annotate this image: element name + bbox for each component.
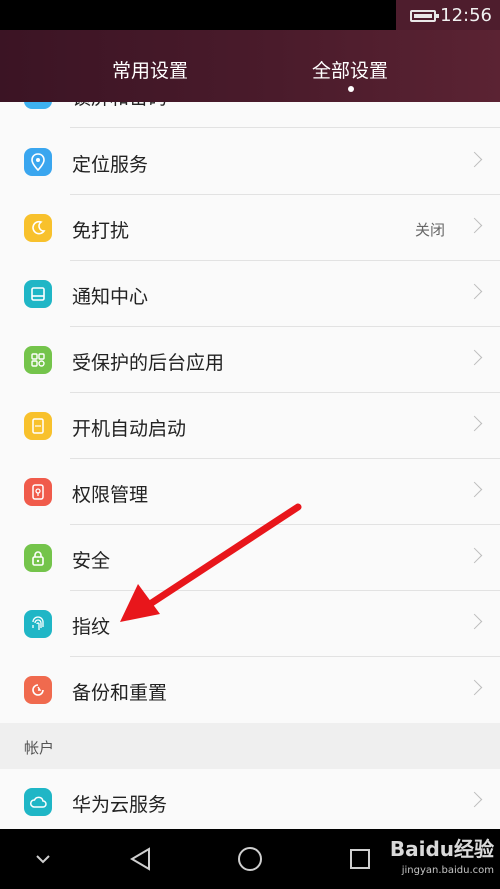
home-button[interactable]: [230, 829, 270, 889]
fingerprint-icon: [24, 610, 52, 638]
battery-icon: [410, 10, 439, 22]
list-item-label: 锁屏和密码: [72, 102, 167, 110]
tab-common-settings[interactable]: 常用设置: [90, 56, 210, 83]
list-item-fingerprint[interactable]: 指纹: [0, 591, 500, 657]
status-bar: 12:56: [0, 0, 500, 30]
chevron-right-icon: [466, 481, 483, 498]
location-pin-icon: [24, 148, 52, 176]
list-item-label: 指纹: [72, 616, 111, 638]
chevron-right-icon: [466, 151, 483, 168]
list-item-backup-reset[interactable]: 备份和重置: [0, 657, 500, 723]
permission-manager-icon: [24, 478, 52, 506]
list-item-notification-center[interactable]: 通知中心: [0, 261, 500, 327]
chevron-right-icon: [466, 791, 483, 808]
cloud-icon: [24, 788, 52, 816]
settings-list[interactable]: 锁屏和密码 定位服务 免打扰 关闭 通知中心 受保护的后台应用: [0, 102, 500, 829]
list-item-huawei-cloud[interactable]: 华为云服务: [0, 769, 500, 829]
lock-screen-icon: [24, 102, 52, 109]
tab-all-settings[interactable]: 全部设置: [290, 56, 410, 83]
list-item-label: 免打扰: [72, 220, 130, 242]
list-item-permission-manager[interactable]: 权限管理: [0, 459, 500, 525]
navigation-bar: Baidu经验 jingyan.baidu.com: [0, 829, 500, 889]
list-item-security[interactable]: 安全: [0, 525, 500, 591]
hide-nav-chevron-icon[interactable]: [28, 829, 58, 889]
list-item-auto-start[interactable]: 开机自动启动: [0, 393, 500, 459]
list-item-location[interactable]: 定位服务: [0, 129, 500, 195]
chevron-right-icon: [466, 613, 483, 630]
list-item-do-not-disturb[interactable]: 免打扰 关闭: [0, 195, 500, 261]
back-button[interactable]: [120, 829, 160, 889]
notification-center-icon: [24, 280, 52, 308]
dnd-status-value: 关闭: [414, 221, 445, 239]
watermark-logo: Baidu经验 jingyan.baidu.com: [389, 837, 494, 876]
list-item-label: 受保护的后台应用: [72, 352, 225, 374]
moon-icon: [24, 214, 52, 242]
chevron-right-icon: [466, 217, 483, 234]
chevron-right-icon: [466, 349, 483, 366]
list-item-label: 安全: [72, 550, 111, 572]
chevron-right-icon: [466, 415, 483, 432]
chevron-right-icon: [466, 547, 483, 564]
status-time: 12:56: [440, 5, 492, 26]
auto-start-icon: [24, 412, 52, 440]
list-item-label: 定位服务: [72, 154, 149, 176]
section-header-account: 帐户: [0, 723, 500, 769]
chevron-right-icon: [466, 283, 483, 300]
list-item-protected-apps[interactable]: 受保护的后台应用: [0, 327, 500, 393]
list-item-label: 备份和重置: [72, 682, 168, 704]
list-item-label: 华为云服务: [72, 794, 168, 816]
section-header-label: 帐户: [24, 739, 55, 757]
recent-apps-button[interactable]: [340, 829, 380, 889]
backup-reset-icon: [24, 676, 52, 704]
padlock-icon: [24, 544, 52, 572]
settings-tab-header: 常用设置 全部设置: [0, 30, 500, 102]
list-item-label: 开机自动启动: [72, 418, 187, 440]
active-tab-indicator: [348, 86, 354, 92]
list-item-lock-screen[interactable]: 锁屏和密码: [0, 102, 500, 128]
protected-apps-icon: [24, 346, 52, 374]
chevron-right-icon: [466, 679, 483, 696]
list-item-label: 通知中心: [72, 286, 149, 308]
list-item-label: 权限管理: [72, 484, 149, 506]
